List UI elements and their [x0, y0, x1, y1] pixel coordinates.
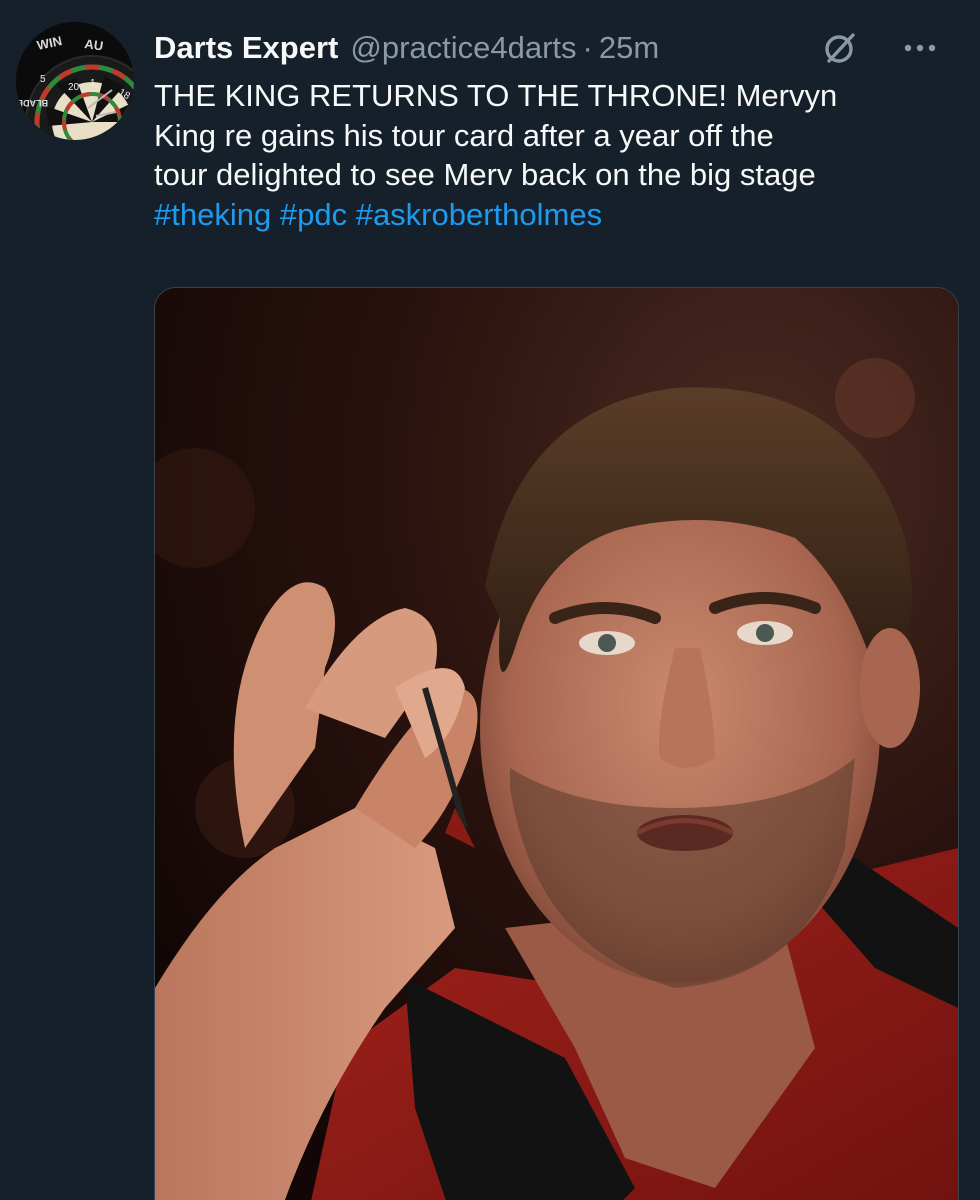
author-display-name[interactable]: Darts Expert [154, 30, 338, 66]
avatar-board-number: 20 [68, 82, 80, 93]
avatar[interactable]: WIN AU 5 20 1 18 BLADE [16, 22, 134, 140]
grok-icon[interactable] [820, 28, 860, 68]
avatar-brand-text-right: AU [84, 36, 105, 53]
tweet-text-line: King re gains his tour card after a year… [154, 117, 774, 153]
hashtag-list: #theking #pdc #askrobertholmes [154, 195, 964, 235]
avatar-side-text: BLADE [17, 98, 48, 108]
tweet-text: THE KING RETURNS TO THE THRONE! Mervyn K… [154, 76, 964, 234]
tweet-text-line: THE KING RETURNS TO THE THRONE! Mervyn [154, 78, 838, 113]
header-separator: · [582, 30, 593, 65]
tweet-timestamp[interactable]: 25m [599, 30, 659, 66]
author-handle[interactable]: @practice4darts [350, 30, 576, 66]
photo-icon [155, 288, 958, 1200]
avatar-board-number: 1 [90, 78, 96, 89]
tweet-photo[interactable] [154, 287, 959, 1200]
tweet-text-line: tour delighted to see Merv back on the b… [154, 157, 816, 192]
hashtag-askrobertholmes[interactable]: #askrobertholmes [356, 197, 602, 232]
more-icon[interactable] [900, 28, 940, 68]
header-actions [820, 26, 940, 70]
dartboard-avatar-image: WIN AU 5 20 1 18 BLADE [16, 22, 134, 140]
hashtag-pdc[interactable]: #pdc [280, 197, 347, 232]
tweet[interactable]: WIN AU 5 20 1 18 BLADE Darts Expert @pra… [0, 0, 980, 1200]
hashtag-theking[interactable]: #theking [154, 197, 271, 232]
avatar-board-number: 5 [40, 74, 46, 85]
tweet-header: Darts Expert @practice4darts · 25m [154, 26, 940, 70]
